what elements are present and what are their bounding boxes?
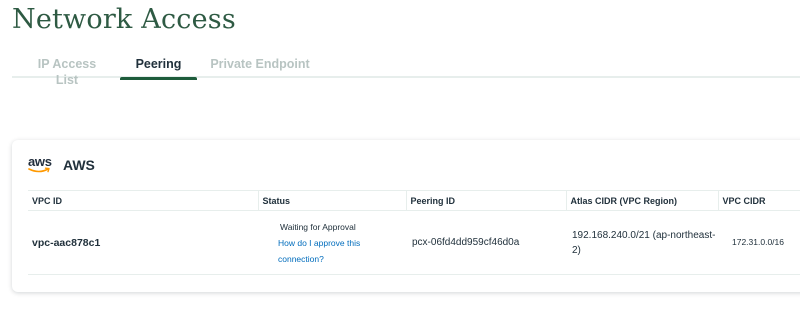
cell-vpc-cidr: 172.31.0.0/16 xyxy=(718,210,800,275)
aws-smile-icon xyxy=(28,167,50,173)
tab-private-endpoint[interactable]: Private Endpoint xyxy=(210,56,310,78)
header-peering-id: Peering ID xyxy=(406,190,567,211)
vpc-cidr-value: 172.31.0.0/16 xyxy=(732,237,784,247)
tab-ip-access-list[interactable]: IP Access List xyxy=(26,56,108,87)
atlas-cidr-value: 192.168.240.0/21 (ap-northeast-2) xyxy=(572,229,716,256)
header-status: Status xyxy=(258,190,407,211)
provider-header: aws AWS xyxy=(27,153,95,177)
cell-peering-id: pcx-06fd4dd959cf46d0a xyxy=(406,210,566,275)
tab-bar: IP Access List Peering Private Endpoint xyxy=(12,56,800,87)
header-vpc-cidr: VPC CIDR xyxy=(718,190,800,211)
status-value: Waiting for Approval xyxy=(280,221,356,232)
peering-table: VPC ID Status Peering ID Atlas CIDR (VPC… xyxy=(28,190,800,275)
vpc-id-value: vpc-aac878c1 xyxy=(32,236,101,249)
peering-id-value: pcx-06fd4dd959cf46d0a xyxy=(412,237,520,248)
header-atlas-cidr: Atlas CIDR (VPC Region) xyxy=(566,190,719,211)
tab-peering[interactable]: Peering xyxy=(120,56,197,80)
cell-status: Waiting for Approval How do I approve th… xyxy=(258,210,406,275)
provider-name: AWS xyxy=(63,157,95,173)
header-vpc-id: VPC ID xyxy=(28,190,259,211)
page-title: Network Access xyxy=(12,4,236,35)
aws-logo-icon: aws xyxy=(27,153,55,177)
table-header-row: VPC ID Status Peering ID Atlas CIDR (VPC… xyxy=(28,190,800,211)
cell-vpc-id: vpc-aac878c1 xyxy=(28,210,258,275)
cell-atlas-cidr: 192.168.240.0/21 (ap-northeast-2) xyxy=(566,210,718,275)
peering-card: aws AWS VPC ID Status Peering ID Atlas C… xyxy=(12,140,800,292)
approve-help-link[interactable]: How do I approve this connection? xyxy=(278,238,360,264)
table-row: vpc-aac878c1 Waiting for Approval How do… xyxy=(28,210,800,275)
